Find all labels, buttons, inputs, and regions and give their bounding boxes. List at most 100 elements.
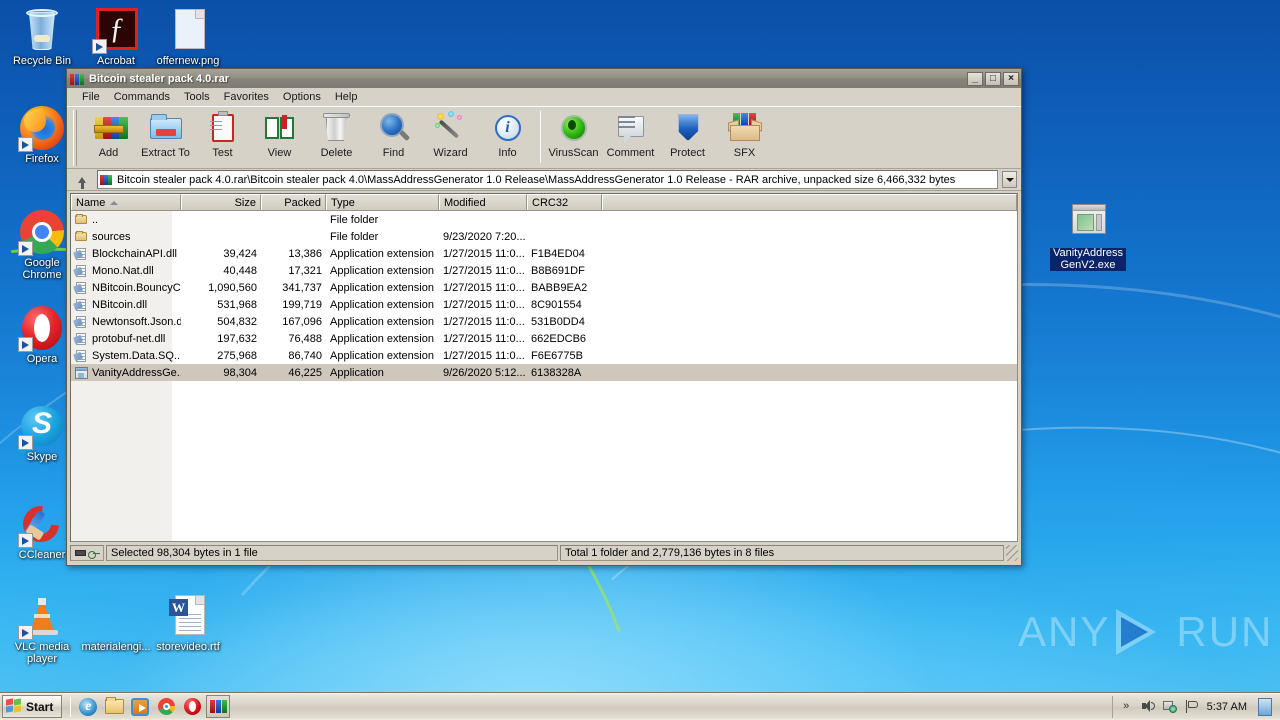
table-row[interactable]: .. File folder	[71, 211, 1017, 228]
toolbar-button-label: Add	[98, 147, 119, 159]
toolbar-button-view[interactable]: View	[251, 109, 308, 165]
table-row[interactable]: VanityAddressGe... 98,304 46,225 Applicatio…	[71, 364, 1017, 381]
file-packed: 167,096	[282, 315, 322, 328]
taskbar[interactable]: Start » 5	[0, 692, 1280, 720]
menu-item-file[interactable]: File	[75, 90, 107, 104]
toolbar-button-find[interactable]: Find	[365, 109, 422, 165]
desktop-icon-storevideo-rtf[interactable]: W storevideo.rtf	[152, 592, 224, 654]
table-row[interactable]: Mono.Nat.dll 40,448 17,321 Application exte…	[71, 262, 1017, 279]
address-bar-row[interactable]: Bitcoin stealer pack 4.0.rar\Bitcoin ste…	[67, 169, 1021, 191]
toolbar-button-delete[interactable]: Delete	[308, 109, 365, 165]
file-size: 1,090,560	[208, 281, 257, 294]
tray-overflow-button[interactable]: »	[1119, 699, 1134, 714]
toolbar-button-comment[interactable]: Comment	[602, 109, 659, 165]
address-dropdown-button[interactable]	[1002, 171, 1017, 188]
status-archive-icons	[70, 545, 104, 561]
network-icon[interactable]	[1162, 699, 1178, 714]
toolbar-button-wizard[interactable]: Wizard	[422, 109, 479, 165]
menu-item-tools[interactable]: Tools	[177, 90, 217, 104]
file-crc32: 662EDCB6	[531, 332, 587, 345]
file-type: Application extension	[330, 281, 434, 294]
firefox-icon	[18, 104, 66, 152]
desktop-icon-offernew-png[interactable]: offernew.png	[152, 6, 224, 68]
clock[interactable]: 5:37 AM	[1207, 701, 1247, 713]
dll-icon	[73, 332, 88, 345]
toolbar-button-extract-to[interactable]: Extract To	[137, 109, 194, 165]
menu-item-commands[interactable]: Commands	[107, 90, 177, 104]
menu-item-help[interactable]: Help	[328, 90, 365, 104]
desktop-icon-vanityaddressgenv2-exe[interactable]: VanityAddress GenV2.exe	[1050, 198, 1126, 271]
minimize-button[interactable]: _	[967, 71, 983, 86]
add-archive-icon	[92, 111, 128, 145]
taskbar-item-google-chrome[interactable]	[154, 695, 178, 718]
file-name: protobuf-net.dll	[92, 332, 166, 345]
winrar-icon	[209, 699, 227, 714]
toolbar-button-sfx[interactable]: SFX	[716, 109, 773, 165]
column-header-name[interactable]: Name	[71, 194, 181, 210]
action-center-flag-icon[interactable]	[1185, 699, 1200, 714]
winrar-window[interactable]: Bitcoin stealer pack 4.0.rar _ □ × File …	[66, 68, 1022, 566]
file-list[interactable]: Name Size Packed Type Modified CRC32 .. F…	[70, 193, 1018, 542]
toolbar-button-info[interactable]: i Info	[479, 109, 536, 165]
file-list-header[interactable]: Name Size Packed Type Modified CRC32	[71, 194, 1017, 211]
maximize-button[interactable]: □	[985, 71, 1001, 86]
taskbar-item-opera[interactable]	[180, 695, 204, 718]
column-header-crc32[interactable]: CRC32	[527, 194, 602, 210]
column-header-filler	[602, 194, 1017, 210]
chevron-down-icon	[1005, 177, 1014, 182]
resize-grip[interactable]	[1006, 545, 1018, 561]
close-button[interactable]: ×	[1003, 71, 1019, 86]
table-row[interactable]: NBitcoin.BouncyC... 1,090,560 341,737 Appli…	[71, 279, 1017, 296]
desktop-icon-recycle-bin[interactable]: Recycle Bin	[6, 6, 78, 68]
file-name: sources	[92, 230, 131, 243]
table-row[interactable]: NBitcoin.dll 531,968 199,719 Application ex…	[71, 296, 1017, 313]
file-list-rows[interactable]: .. File folder sources File folder 9/23/2020…	[71, 211, 1017, 541]
start-button[interactable]: Start	[2, 695, 63, 718]
toolbar-button-test[interactable]: Test	[194, 109, 251, 165]
menu-bar[interactable]: File Commands Tools Favorites Options He…	[67, 88, 1021, 106]
toolbar-button-add[interactable]: Add	[80, 109, 137, 165]
system-tray[interactable]: » 5:37 AM	[1111, 695, 1278, 718]
folder-icon	[75, 230, 88, 243]
file-size: 504,832	[217, 315, 257, 328]
folder-icon	[75, 213, 88, 226]
taskbar-item-windows-media-player[interactable]	[128, 695, 152, 718]
desktop-icon-vlc-media-player[interactable]: VLC media player	[6, 592, 78, 665]
vlc-icon	[18, 592, 66, 640]
toolbar-button-label: Comment	[606, 147, 655, 159]
menu-item-options[interactable]: Options	[276, 90, 328, 104]
play-triangle-icon	[1116, 609, 1170, 655]
toolbar-grip[interactable]	[73, 110, 77, 166]
address-input[interactable]: Bitcoin stealer pack 4.0.rar\Bitcoin ste…	[97, 170, 998, 189]
toolbar[interactable]: Add Extract To Test View Delete Find Wiz…	[67, 106, 1021, 169]
taskbar-item-file-explorer[interactable]	[102, 695, 126, 718]
speaker-icon[interactable]	[1141, 699, 1156, 714]
up-one-level-button[interactable]	[71, 170, 93, 189]
column-header-type[interactable]: Type	[326, 194, 439, 210]
column-header-label: CRC32	[532, 196, 569, 209]
column-header-modified[interactable]: Modified	[439, 194, 527, 210]
table-row[interactable]: System.Data.SQ... 275,968 86,740 Applicatio…	[71, 347, 1017, 364]
toolbar-button-virusscan[interactable]: VirusScan	[545, 109, 602, 165]
file-size: 39,424	[223, 247, 257, 260]
toolbar-button-protect[interactable]: Protect	[659, 109, 716, 165]
status-bar: Selected 98,304 bytes in 1 file Total 1 …	[70, 544, 1018, 562]
table-row[interactable]: sources File folder 9/23/2020 7:20...	[71, 228, 1017, 245]
table-row[interactable]: protobuf-net.dll 197,632 76,488 Application…	[71, 330, 1017, 347]
taskbar-item-internet-explorer[interactable]	[76, 695, 100, 718]
up-arrow-icon	[78, 176, 86, 189]
toolbar-button-label: Delete	[320, 147, 353, 159]
desktop-icon-acrobat[interactable]: ƒ Acrobat	[80, 6, 152, 68]
window-titlebar[interactable]: Bitcoin stealer pack 4.0.rar _ □ ×	[67, 69, 1021, 88]
file-size: 98,304	[223, 366, 257, 379]
table-row[interactable]: BlockchainAPI.dll 39,424 13,386 Application…	[71, 245, 1017, 262]
column-header-packed[interactable]: Packed	[261, 194, 326, 210]
taskbar-item-winrar[interactable]	[206, 695, 231, 718]
recycle-bin-icon	[18, 6, 66, 54]
show-desktop-button[interactable]	[1258, 697, 1272, 716]
menu-item-favorites[interactable]: Favorites	[217, 90, 276, 104]
table-row[interactable]: Newtonsoft.Json.dll 504,832 167,096 Applica…	[71, 313, 1017, 330]
window-controls[interactable]: _ □ ×	[967, 71, 1019, 86]
column-header-size[interactable]: Size	[181, 194, 261, 210]
desktop-icon-materialengi[interactable]: materialengi...	[80, 592, 152, 654]
